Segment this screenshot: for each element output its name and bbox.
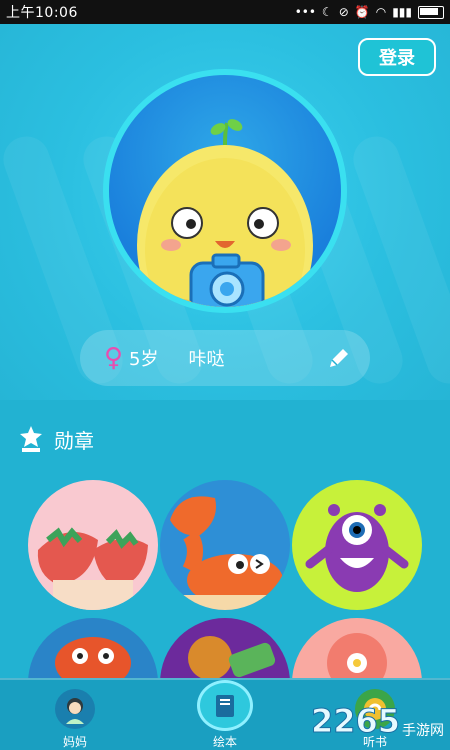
monster-icon: [305, 504, 409, 592]
nickname-text: 咔哒: [188, 349, 225, 370]
strawberries-icon: [37, 527, 148, 610]
avatar[interactable]: [103, 69, 347, 313]
nav-label-mom: 妈妈: [62, 735, 87, 749]
ellipsis-icon: •••: [294, 5, 316, 19]
wifi-icon: ◠: [375, 5, 387, 19]
moon-icon: ☾: [321, 5, 333, 19]
badges-heading: 勋章: [18, 424, 94, 454]
strawberries-badge[interactable]: [28, 480, 158, 610]
alarm-off-icon: ⊘: [338, 5, 349, 19]
nav-label-picture-book: 绘本: [212, 735, 237, 749]
nav-item-mom[interactable]: 妈妈: [20, 680, 130, 750]
book-icon: [197, 680, 253, 731]
pencil-icon[interactable]: [326, 345, 352, 371]
purple-monster-badge[interactable]: [292, 480, 422, 610]
status-bar: 上午10:06 ••• ☾ ⊘ ⏰ ◠ ▮▮▮: [0, 0, 450, 24]
site-watermark: 2265 手游网: [310, 702, 444, 741]
age-text: 5岁: [129, 349, 159, 370]
crab-badge[interactable]: [160, 480, 290, 610]
female-icon: ♀: [104, 343, 124, 373]
profile-header: 登录 ♀ 5岁 咔哒: [0, 24, 450, 400]
login-button[interactable]: 登录: [358, 38, 436, 76]
alarm-icon: ⏰: [354, 5, 370, 19]
battery-icon: [418, 5, 444, 19]
mom-avatar-icon: [55, 689, 95, 729]
watermark-text: 手游网: [402, 723, 444, 739]
status-time: 上午10:06: [6, 5, 78, 21]
crab-icon: [160, 496, 290, 610]
profile-info-bar[interactable]: ♀ 5岁 咔哒: [80, 330, 370, 386]
badge-star-icon: [20, 426, 42, 452]
signal-icon: ▮▮▮: [392, 5, 412, 19]
watermark-number: 2265: [310, 702, 400, 741]
bottom-navigation: 妈妈 绘本 听书 2265 手游网: [0, 678, 450, 750]
nav-item-picture-book[interactable]: 绘本: [170, 680, 280, 750]
status-icons: ••• ☾ ⊘ ⏰ ◠ ▮▮▮: [295, 5, 444, 19]
badges-title: 勋章: [54, 428, 94, 453]
chick-mascot-icon: [137, 119, 313, 307]
